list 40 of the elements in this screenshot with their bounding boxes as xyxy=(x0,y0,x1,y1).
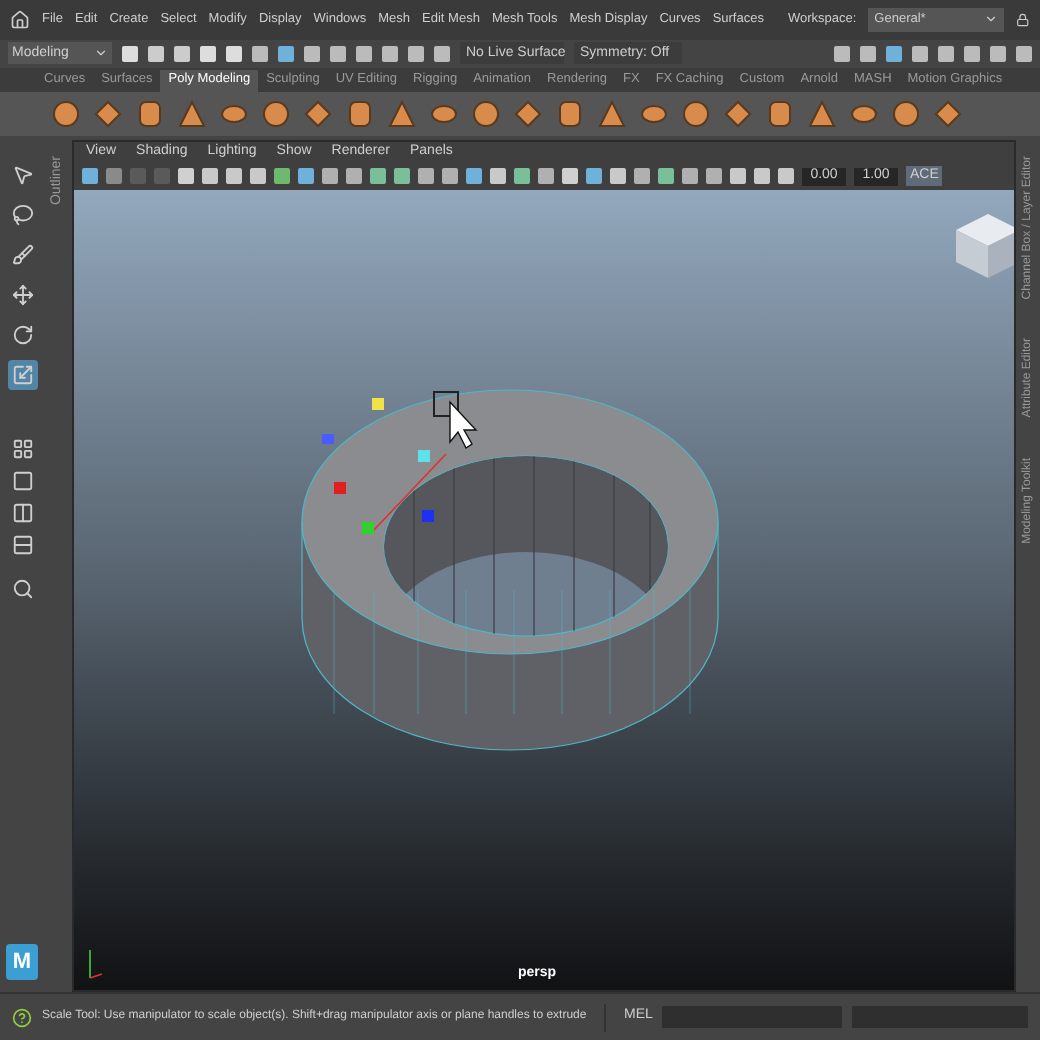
paint-tool-button[interactable] xyxy=(7,239,37,270)
lock-icon[interactable] xyxy=(1016,11,1030,28)
move-tool-button[interactable] xyxy=(7,279,37,310)
shelf-tool-icon[interactable] xyxy=(556,99,584,128)
shelf-tool-icon[interactable] xyxy=(850,99,878,128)
scale-manipulator-drawing[interactable] xyxy=(322,397,447,534)
help-icon[interactable] xyxy=(12,1007,32,1028)
search-icon[interactable] xyxy=(11,577,33,600)
shelf-tool-icon[interactable] xyxy=(514,99,542,128)
home-icon[interactable] xyxy=(10,9,30,30)
two-panes-icon[interactable] xyxy=(11,501,33,524)
shelf-tool-icon[interactable] xyxy=(724,99,752,128)
stacked-panes-icon[interactable] xyxy=(11,533,33,556)
shelf-tool-icon[interactable] xyxy=(52,99,80,128)
shelf-tool-icon[interactable] xyxy=(892,99,920,128)
cursor-icon xyxy=(433,390,478,449)
shelf-tool-icon[interactable] xyxy=(934,99,962,128)
shelf-tool-icon[interactable] xyxy=(94,99,122,128)
axis-icon xyxy=(89,948,103,979)
shelf-tool-icon[interactable] xyxy=(136,99,164,128)
scale-tool-button[interactable] xyxy=(7,359,37,390)
caret-icon xyxy=(984,12,999,27)
app-logo: M xyxy=(6,944,38,981)
shelf-tool-icon[interactable] xyxy=(262,99,290,128)
shelf-tool-icon[interactable] xyxy=(430,99,458,128)
shelf-tool-icon[interactable] xyxy=(346,99,374,128)
shelf-tool-icon[interactable] xyxy=(388,99,416,128)
caret-icon xyxy=(94,46,108,61)
shelf-tool-icon[interactable] xyxy=(598,99,626,128)
shelf-tool-icon[interactable] xyxy=(640,99,668,128)
shelf-tool-icon[interactable] xyxy=(178,99,206,128)
shelf-tool-icon[interactable] xyxy=(304,99,332,128)
shelf-tool-icon[interactable] xyxy=(682,99,710,128)
shelf-tool-icon[interactable] xyxy=(766,99,794,128)
shelf-tool-icon[interactable] xyxy=(472,99,500,128)
single-view-icon[interactable] xyxy=(11,469,33,492)
lasso-tool-button[interactable] xyxy=(7,199,37,230)
shelf-tool-icon[interactable] xyxy=(808,99,836,128)
layout-icon[interactable] xyxy=(11,437,33,460)
shelf-tool-icon[interactable] xyxy=(220,99,248,128)
